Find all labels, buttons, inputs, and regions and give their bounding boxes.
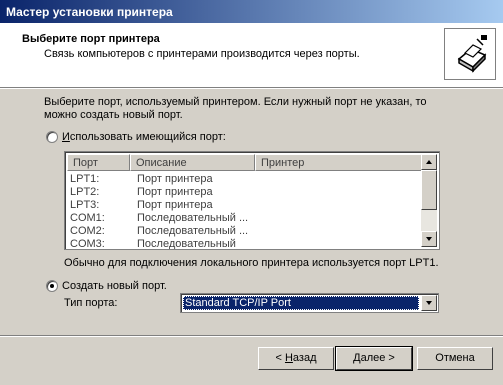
port-cell: COM2: [70, 225, 105, 237]
port-type-select[interactable]: Standard TCP/IP Port [180, 293, 439, 313]
port-list-header: Порт Описание Принтер [67, 154, 423, 171]
header-divider-highlight [0, 88, 503, 89]
port-type-label: Тип порта: [64, 297, 118, 309]
scroll-up-icon[interactable] [421, 154, 437, 170]
port-list[interactable]: Порт Описание Принтер LPT1: Порт принтера… [64, 151, 440, 250]
port-cell: COM3: [70, 238, 105, 250]
column-header-printer[interactable]: Принтер [255, 154, 423, 171]
port-cell: LPT2: [70, 186, 100, 198]
intro-line-1: Выберите порт, используемый принтером. Е… [44, 96, 427, 108]
intro-line-2: можно создать новый порт. [44, 109, 183, 121]
printer-port-icon [444, 28, 496, 80]
port-cell: LPT3: [70, 199, 100, 211]
window-title: Мастер установки принтера [6, 5, 173, 19]
table-row[interactable]: LPT1: Порт принтера [67, 173, 423, 186]
description-cell: Последовательный [137, 238, 236, 250]
description-cell: Последовательный ... [137, 212, 249, 224]
lpt1-hint: Обычно для подключения локального принте… [64, 257, 439, 269]
column-header-port[interactable]: Порт [67, 154, 130, 171]
table-row[interactable]: COM3: Последовательный [67, 238, 423, 250]
footer-divider-highlight [0, 336, 503, 337]
scroll-down-icon[interactable] [421, 231, 437, 247]
wizard-header: Выберите порт принтера Связь компьютеров… [0, 23, 503, 87]
port-cell: LPT1: [70, 173, 100, 185]
use-existing-port-label[interactable]: Использовать имеющийся порт: [62, 131, 226, 143]
create-new-port-label[interactable]: Создать новый порт. [62, 280, 167, 292]
create-new-port-radio[interactable] [46, 280, 58, 292]
next-button[interactable]: Далее > [335, 346, 413, 371]
description-cell: Порт принтера [137, 199, 213, 211]
port-cell: COM1: [70, 212, 105, 224]
table-row[interactable]: COM2: Последовательный ... [67, 225, 423, 238]
title-bar: Мастер установки принтера [0, 0, 503, 23]
chevron-down-icon[interactable] [421, 295, 437, 311]
back-button[interactable]: < Назад [258, 347, 334, 370]
description-cell: Порт принтера [137, 173, 213, 185]
port-type-value: Standard TCP/IP Port [183, 296, 419, 310]
port-list-scrollbar[interactable] [421, 154, 437, 247]
table-row[interactable]: COM1: Последовательный ... [67, 212, 423, 225]
description-cell: Последовательный ... [137, 225, 249, 237]
column-header-description[interactable]: Описание [130, 154, 255, 171]
description-cell: Порт принтера [137, 186, 213, 198]
header-subtitle: Связь компьютеров с принтерами производи… [44, 48, 360, 60]
use-existing-port-radio[interactable] [46, 131, 58, 143]
cancel-button[interactable]: Отмена [417, 347, 493, 370]
table-row[interactable]: LPT2: Порт принтера [67, 186, 423, 199]
header-title: Выберите порт принтера [22, 33, 160, 45]
table-row[interactable]: LPT3: Порт принтера [67, 199, 423, 212]
scroll-thumb[interactable] [421, 170, 437, 210]
